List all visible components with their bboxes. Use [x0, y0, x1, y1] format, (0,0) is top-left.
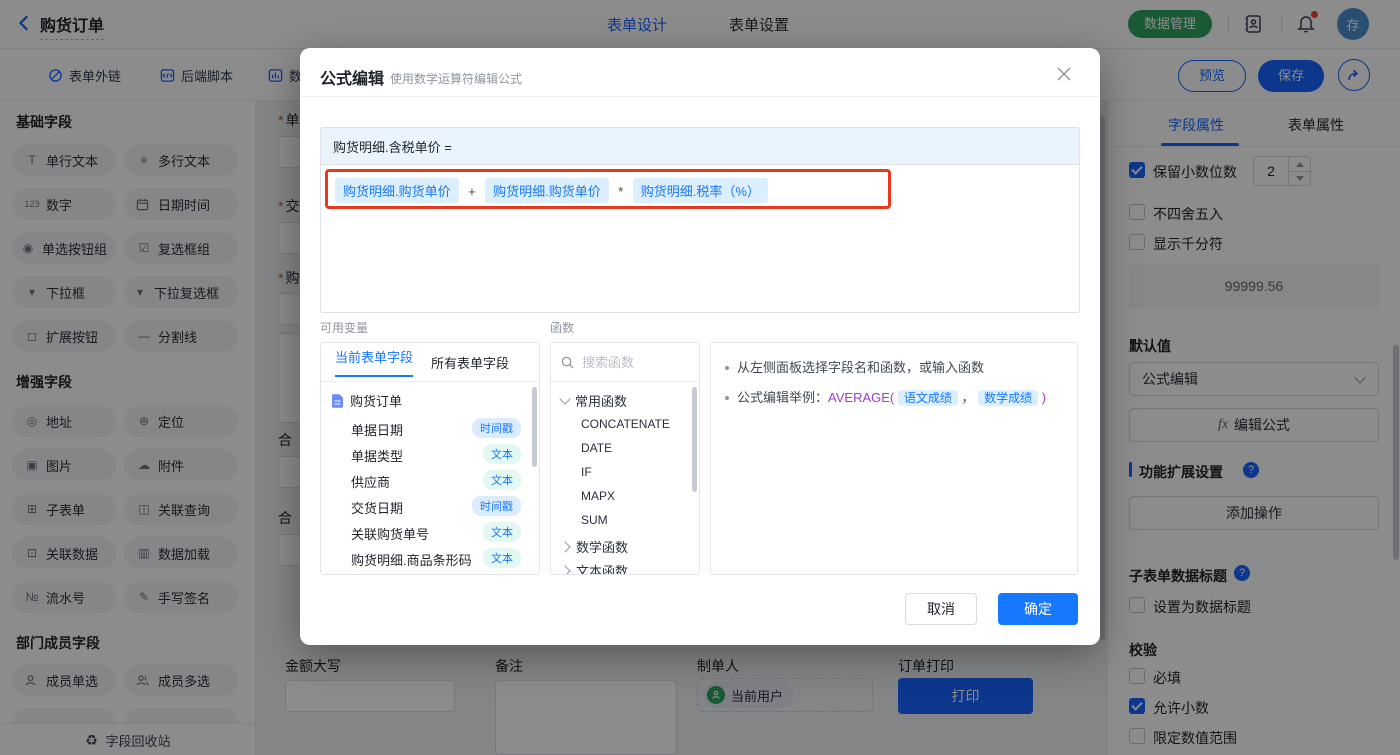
function-item[interactable]: CONCATENATE [581, 417, 670, 431]
variable-item[interactable]: 购货明细.商品条形码 [351, 550, 472, 569]
modal-subtitle: 使用数学运算符编辑公式 [390, 72, 523, 86]
function-name: AVERAGE( [828, 390, 895, 405]
functions-panel: 常用函数 CONCATENATE DATE IF MAPX SUM 数学函数 文… [550, 342, 700, 575]
chevron-right-icon [559, 540, 571, 553]
example-field-chip: 数学成绩 [978, 390, 1039, 406]
divider [300, 96, 1100, 97]
formula-editor-modal: 公式编辑 使用数学运算符编辑公式 购货明细.含税单价 = 购货明细.购货单价 +… [300, 48, 1100, 645]
tab-current-form-fields[interactable]: 当前表单字段 [335, 347, 414, 377]
chevron-right-icon [559, 564, 571, 574]
help-panel: 从左侧面板选择字段名和函数，或输入函数 公式编辑举例：AVERAGE( 语文成绩… [710, 342, 1078, 575]
function-item[interactable]: SUM [581, 513, 608, 527]
help-line-2: 公式编辑举例：AVERAGE( 语文成绩 ， 数学成绩 ) [725, 389, 1063, 407]
type-badge: 文本 [483, 522, 521, 542]
search-input[interactable] [580, 353, 684, 371]
type-badge: 文本 [483, 444, 521, 464]
function-item[interactable]: DATE [581, 441, 612, 455]
bullet-icon [725, 396, 729, 400]
function-search[interactable] [551, 343, 699, 382]
type-badge: 时间戳 [472, 418, 521, 438]
formula-target: 购货明细.含税单价 = [321, 128, 1079, 165]
cancel-button[interactable]: 取消 [905, 593, 977, 625]
functions-panel-label: 函数 [550, 321, 575, 335]
function-group-text[interactable]: 文本函数 [559, 561, 628, 574]
formula-editor[interactable]: 购货明细.含税单价 = 购货明细.购货单价 + 购货明细.购货单价 * 购货明细… [320, 127, 1080, 313]
close-paren: ) [1041, 390, 1047, 405]
function-group-common[interactable]: 常用函数 [559, 391, 627, 410]
tree-root-form[interactable]: 购货订单 [331, 391, 402, 410]
variable-item[interactable]: 供应商 [351, 472, 390, 491]
function-item[interactable]: IF [581, 465, 592, 479]
variables-scrollbar[interactable] [532, 387, 537, 467]
function-item[interactable]: MAPX [581, 489, 615, 503]
modal-title: 公式编辑 [320, 71, 385, 88]
variable-item[interactable]: 交货日期 [351, 498, 403, 517]
variable-item[interactable]: 单据类型 [351, 446, 403, 465]
help-line-1: 从左侧面板选择字段名和函数，或输入函数 [725, 359, 1063, 377]
close-icon[interactable] [1056, 66, 1072, 82]
form-doc-icon [331, 393, 344, 408]
app: 购货订单 表单设计 表单设置 数据管理 存 表单外链 后端脚本 预览 保存 基础… [0, 0, 1400, 755]
variables-tabs: 当前表单字段 所有表单字段 [321, 343, 539, 382]
variables-panel: 当前表单字段 所有表单字段 购货订单 单据日期 时间戳 单据类型 文本 供应商 … [320, 342, 540, 575]
example-field-chip: 语文成绩 [897, 390, 958, 406]
help-example: 公式编辑举例：AVERAGE( 语文成绩 ， 数学成绩 ) [737, 390, 1047, 406]
confirm-button[interactable]: 确定 [998, 593, 1078, 625]
bullet-icon [725, 366, 729, 370]
annotation-highlight-box [325, 169, 891, 209]
type-badge: 文本 [483, 470, 521, 490]
functions-scrollbar[interactable] [692, 387, 697, 492]
variable-item[interactable]: 单据日期 [351, 420, 403, 439]
variables-panel-label: 可用变量 [320, 321, 369, 335]
function-group-math[interactable]: 数学函数 [559, 537, 628, 556]
type-badge: 文本 [483, 548, 521, 568]
tab-all-form-fields[interactable]: 所有表单字段 [431, 353, 509, 372]
type-badge: 时间戳 [472, 496, 521, 516]
variable-item[interactable]: 关联购货单号 [351, 524, 429, 543]
chevron-down-icon [559, 393, 571, 405]
search-icon [561, 356, 574, 369]
